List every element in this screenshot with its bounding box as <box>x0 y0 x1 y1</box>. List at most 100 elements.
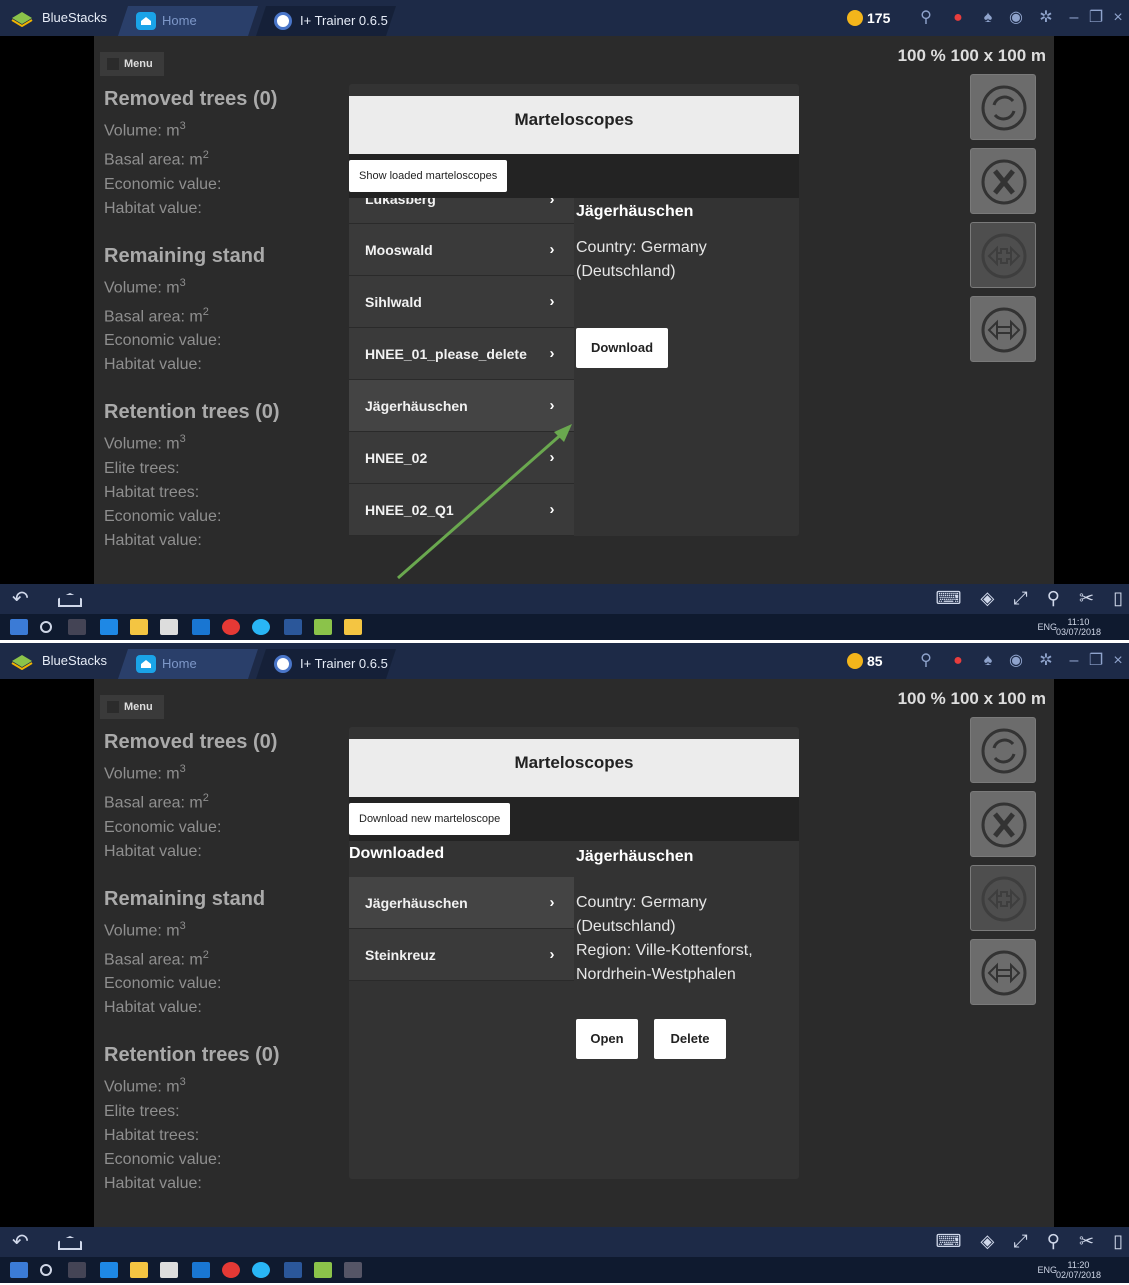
trainer-app-icon <box>274 12 292 30</box>
close-icon[interactable]: × <box>1109 9 1127 27</box>
removed-habitat-value: Habitat value: <box>104 842 202 860</box>
outlook-icon[interactable] <box>192 1262 210 1278</box>
stats-panel: Removed trees (0) Volume: m3 Basal area:… <box>104 84 344 553</box>
account-icon[interactable]: ◉ <box>1007 9 1025 27</box>
bell-icon[interactable]: ♠ <box>979 9 997 27</box>
expand-tool-button[interactable] <box>970 865 1036 931</box>
start-icon[interactable] <box>10 1262 28 1278</box>
word-icon[interactable] <box>284 1262 302 1278</box>
refresh-tool-button[interactable] <box>970 717 1036 783</box>
skype-icon[interactable] <box>252 619 270 635</box>
back-icon[interactable]: ↶ <box>12 1232 29 1252</box>
chrome-icon[interactable] <box>222 1262 240 1278</box>
scissors-icon[interactable]: ✂ <box>1079 1231 1094 1252</box>
chrome-icon[interactable] <box>222 619 240 635</box>
trainer-tab[interactable]: I+ Trainer 0.6.5 <box>256 649 396 679</box>
explorer-icon[interactable] <box>130 619 148 635</box>
location-icon[interactable]: ⚲ <box>1047 588 1060 609</box>
windows-taskbar: ENG 11:10 03/07/2018 <box>0 614 1129 640</box>
key-icon[interactable]: ⚲ <box>917 9 935 27</box>
home-tab[interactable]: Home <box>118 649 258 679</box>
fullscreen-icon[interactable]: ⤢ <box>1013 588 1027 609</box>
search-icon[interactable] <box>40 621 52 633</box>
downloaded-list[interactable]: Jägerhäuschen › Steinkreuz › <box>349 877 574 987</box>
download-button[interactable]: Download <box>576 328 668 368</box>
alert-icon[interactable]: ● <box>949 652 967 670</box>
trainer-app-icon <box>274 655 292 673</box>
collapse-tool-button[interactable] <box>970 296 1036 362</box>
cancel-tool-button[interactable] <box>970 791 1036 857</box>
list-item[interactable]: Steinkreuz › <box>349 929 574 981</box>
task-view-icon[interactable] <box>68 619 86 635</box>
home-nav-icon[interactable] <box>58 593 82 607</box>
left-letterbox <box>0 679 94 1227</box>
home-tab[interactable]: Home <box>118 6 258 36</box>
close-icon[interactable]: × <box>1109 652 1127 670</box>
lock-icon[interactable] <box>344 619 362 635</box>
keyboard-icon[interactable]: ⌨ <box>936 588 962 609</box>
store-icon[interactable] <box>160 619 178 635</box>
cancel-tool-button[interactable] <box>970 148 1036 214</box>
remaining-basal-area: Basal area: m2 <box>104 305 209 326</box>
eye-icon[interactable]: ◈ <box>981 588 995 609</box>
eye-icon[interactable]: ◈ <box>981 1231 995 1252</box>
removed-volume: Volume: m3 <box>104 763 186 783</box>
delete-button[interactable]: Delete <box>654 1019 726 1059</box>
expand-tool-button[interactable] <box>970 222 1036 288</box>
show-loaded-button[interactable]: Show loaded marteloscopes <box>349 160 508 192</box>
bluestacks-tab[interactable]: BlueStacks <box>0 643 120 679</box>
search-icon[interactable] <box>40 1264 52 1276</box>
remaining-economic-value: Economic value: <box>104 975 222 993</box>
alert-icon[interactable]: ● <box>949 9 967 27</box>
explorer-icon[interactable] <box>130 1262 148 1278</box>
minimize-icon[interactable]: – <box>1065 9 1083 27</box>
edge-icon[interactable] <box>100 1262 118 1278</box>
phone-icon[interactable]: ▯ <box>1113 588 1123 609</box>
list-item[interactable]: Lukasberg › <box>349 198 574 224</box>
grid-icon <box>107 58 119 70</box>
bell-icon[interactable]: ♠ <box>979 652 997 670</box>
keyboard-icon[interactable]: ⌨ <box>936 1231 962 1252</box>
gear-icon[interactable]: ✲ <box>1037 652 1055 670</box>
windows-taskbar: ENG 11:20 02/07/2018 <box>0 1257 1129 1283</box>
phone-icon[interactable]: ▯ <box>1113 1231 1123 1252</box>
gear-icon[interactable]: ✲ <box>1037 9 1055 27</box>
minimize-icon[interactable]: – <box>1065 652 1083 670</box>
expand-icon <box>981 233 1027 279</box>
open-button[interactable]: Open <box>576 1019 638 1059</box>
detail-region: Region: Ville-Kottenforst, Nordrhein-Wes… <box>576 942 753 983</box>
restore-icon[interactable]: ❐ <box>1087 652 1105 670</box>
menu-button[interactable]: Menu <box>100 695 164 719</box>
back-icon[interactable]: ↶ <box>12 589 29 609</box>
download-new-marteloscope-button[interactable]: Download new marteloscope <box>349 803 511 835</box>
bluestacks-tab[interactable]: BlueStacks <box>0 0 120 36</box>
list-item[interactable]: HNEE_01_please_delete › <box>349 328 574 380</box>
list-item[interactable]: Mooswald › <box>349 224 574 276</box>
account-icon[interactable]: ◉ <box>1007 652 1025 670</box>
chevron-right-icon: › <box>549 345 555 362</box>
fullscreen-icon[interactable]: ⤢ <box>1013 1231 1027 1252</box>
removed-economic-value: Economic value: <box>104 818 222 836</box>
detail-country: Country: Germany (Deutschland) <box>576 239 707 280</box>
start-icon[interactable] <box>10 619 28 635</box>
menu-button[interactable]: Menu <box>100 52 164 76</box>
skype-icon[interactable] <box>252 1262 270 1278</box>
store-icon[interactable] <box>160 1262 178 1278</box>
edge-icon[interactable] <box>100 619 118 635</box>
app-task-icon[interactable] <box>344 1262 362 1278</box>
bluestacks-task-icon[interactable] <box>314 619 332 635</box>
bluestacks-task-icon[interactable] <box>314 1262 332 1278</box>
location-icon[interactable]: ⚲ <box>1047 1231 1060 1252</box>
word-icon[interactable] <box>284 619 302 635</box>
trainer-tab[interactable]: I+ Trainer 0.6.5 <box>256 6 396 36</box>
refresh-tool-button[interactable] <box>970 74 1036 140</box>
outlook-icon[interactable] <box>192 619 210 635</box>
list-item-selected[interactable]: Jägerhäuschen › <box>349 877 574 929</box>
collapse-tool-button[interactable] <box>970 939 1036 1005</box>
task-view-icon[interactable] <box>68 1262 86 1278</box>
home-nav-icon[interactable] <box>58 1236 82 1250</box>
list-item[interactable]: Sihlwald › <box>349 276 574 328</box>
key-icon[interactable]: ⚲ <box>917 652 935 670</box>
scissors-icon[interactable]: ✂ <box>1079 588 1094 609</box>
restore-icon[interactable]: ❐ <box>1087 9 1105 27</box>
